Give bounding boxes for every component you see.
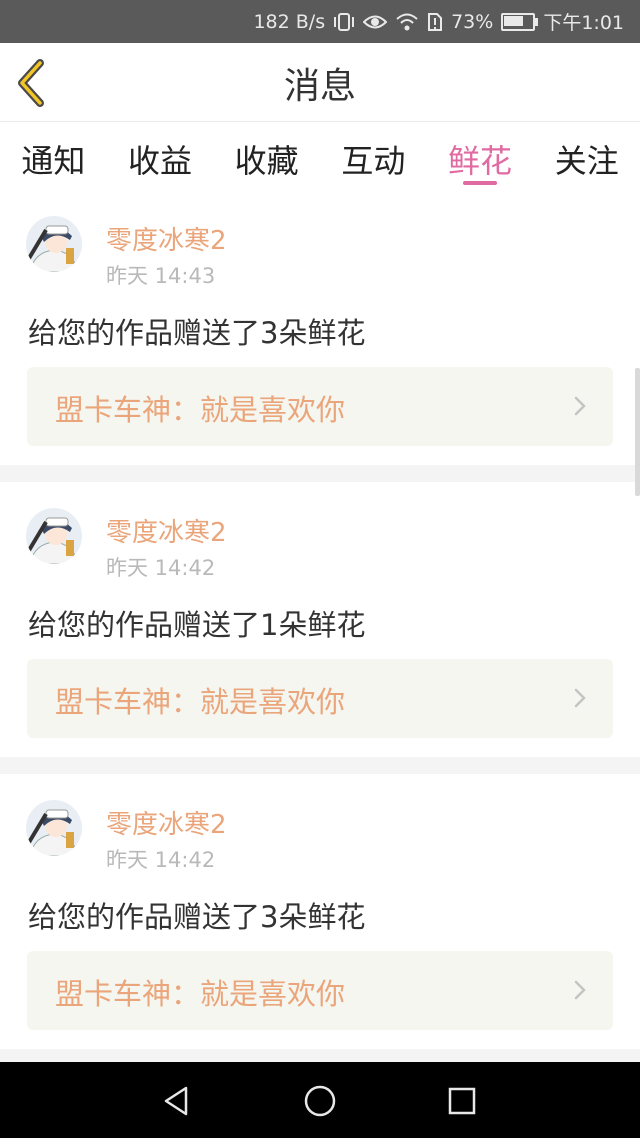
message-time: 昨天 14:42: [106, 848, 216, 872]
chevron-right-icon: [574, 980, 586, 1000]
divider: [0, 757, 640, 774]
sender-name[interactable]: 零度冰寒2: [106, 804, 227, 841]
work-title: 盟卡车神：就是喜欢你: [55, 685, 346, 719]
tab-earnings[interactable]: 收益: [107, 122, 214, 190]
battery-icon: [501, 12, 539, 31]
sender-name[interactable]: 零度冰寒2: [106, 512, 227, 549]
message-card: 零度冰寒2 昨天 14:42 给您的作品赠送了3朵鲜花 盟卡车神：就是喜欢你: [0, 774, 640, 1049]
avatar[interactable]: [26, 508, 82, 564]
work-link[interactable]: 盟卡车神：就是喜欢你: [27, 951, 613, 1030]
navigation-bar: [0, 1062, 640, 1138]
message-card: 零度冰寒2 昨天 14:43 给您的作品赠送了3朵鲜花 盟卡车神：就是喜欢你: [0, 190, 640, 465]
page-title: 消息: [283, 66, 356, 107]
work-link[interactable]: 盟卡车神：就是喜欢你: [27, 659, 613, 738]
avatar[interactable]: [26, 800, 82, 856]
home-circle-icon[interactable]: [303, 1084, 337, 1118]
message-time: 昨天 14:42: [106, 556, 216, 580]
header: 消息: [0, 43, 640, 122]
scrollbar[interactable]: [635, 368, 640, 496]
tab-bar: 通知 收益 收藏 互动 鲜花 关注: [0, 122, 640, 190]
message-list: 零度冰寒2 昨天 14:43 给您的作品赠送了3朵鲜花 盟卡车神：就是喜欢你 零…: [0, 190, 640, 1066]
back-triangle-icon[interactable]: [160, 1084, 194, 1118]
tab-follows[interactable]: 关注: [533, 122, 640, 190]
work-title: 盟卡车神：就是喜欢你: [55, 393, 346, 427]
message-time: 昨天 14:43: [106, 264, 216, 288]
avatar[interactable]: [26, 216, 82, 272]
work-link[interactable]: 盟卡车神：就是喜欢你: [27, 367, 613, 446]
tab-notifications[interactable]: 通知: [0, 122, 107, 190]
status-bar: 182 B/s 73% 下午1:01: [0, 0, 640, 43]
message-card: 零度冰寒2 昨天 14:42 给您的作品赠送了1朵鲜花 盟卡车神：就是喜欢你: [0, 482, 640, 757]
tab-flowers[interactable]: 鲜花: [427, 122, 534, 190]
wifi-icon: [396, 13, 418, 30]
battery-percent: 73%: [451, 10, 494, 33]
tab-interactions[interactable]: 互动: [320, 122, 427, 190]
vibrate-icon: [334, 12, 355, 31]
divider: [0, 465, 640, 482]
clock: 下午1:01: [543, 12, 624, 34]
message-text: 给您的作品赠送了1朵鲜花: [28, 608, 366, 642]
eye-icon: [363, 15, 388, 28]
chevron-right-icon: [574, 688, 586, 708]
tab-favorites[interactable]: 收藏: [213, 122, 320, 190]
net-speed: 182 B/s: [253, 10, 326, 33]
sender-name[interactable]: 零度冰寒2: [106, 220, 227, 257]
message-text: 给您的作品赠送了3朵鲜花: [28, 316, 366, 350]
work-title: 盟卡车神：就是喜欢你: [55, 977, 346, 1011]
message-text: 给您的作品赠送了3朵鲜花: [28, 900, 366, 934]
chevron-right-icon: [574, 396, 586, 416]
sim-alert-icon: [428, 12, 443, 31]
recents-square-icon[interactable]: [445, 1084, 479, 1118]
